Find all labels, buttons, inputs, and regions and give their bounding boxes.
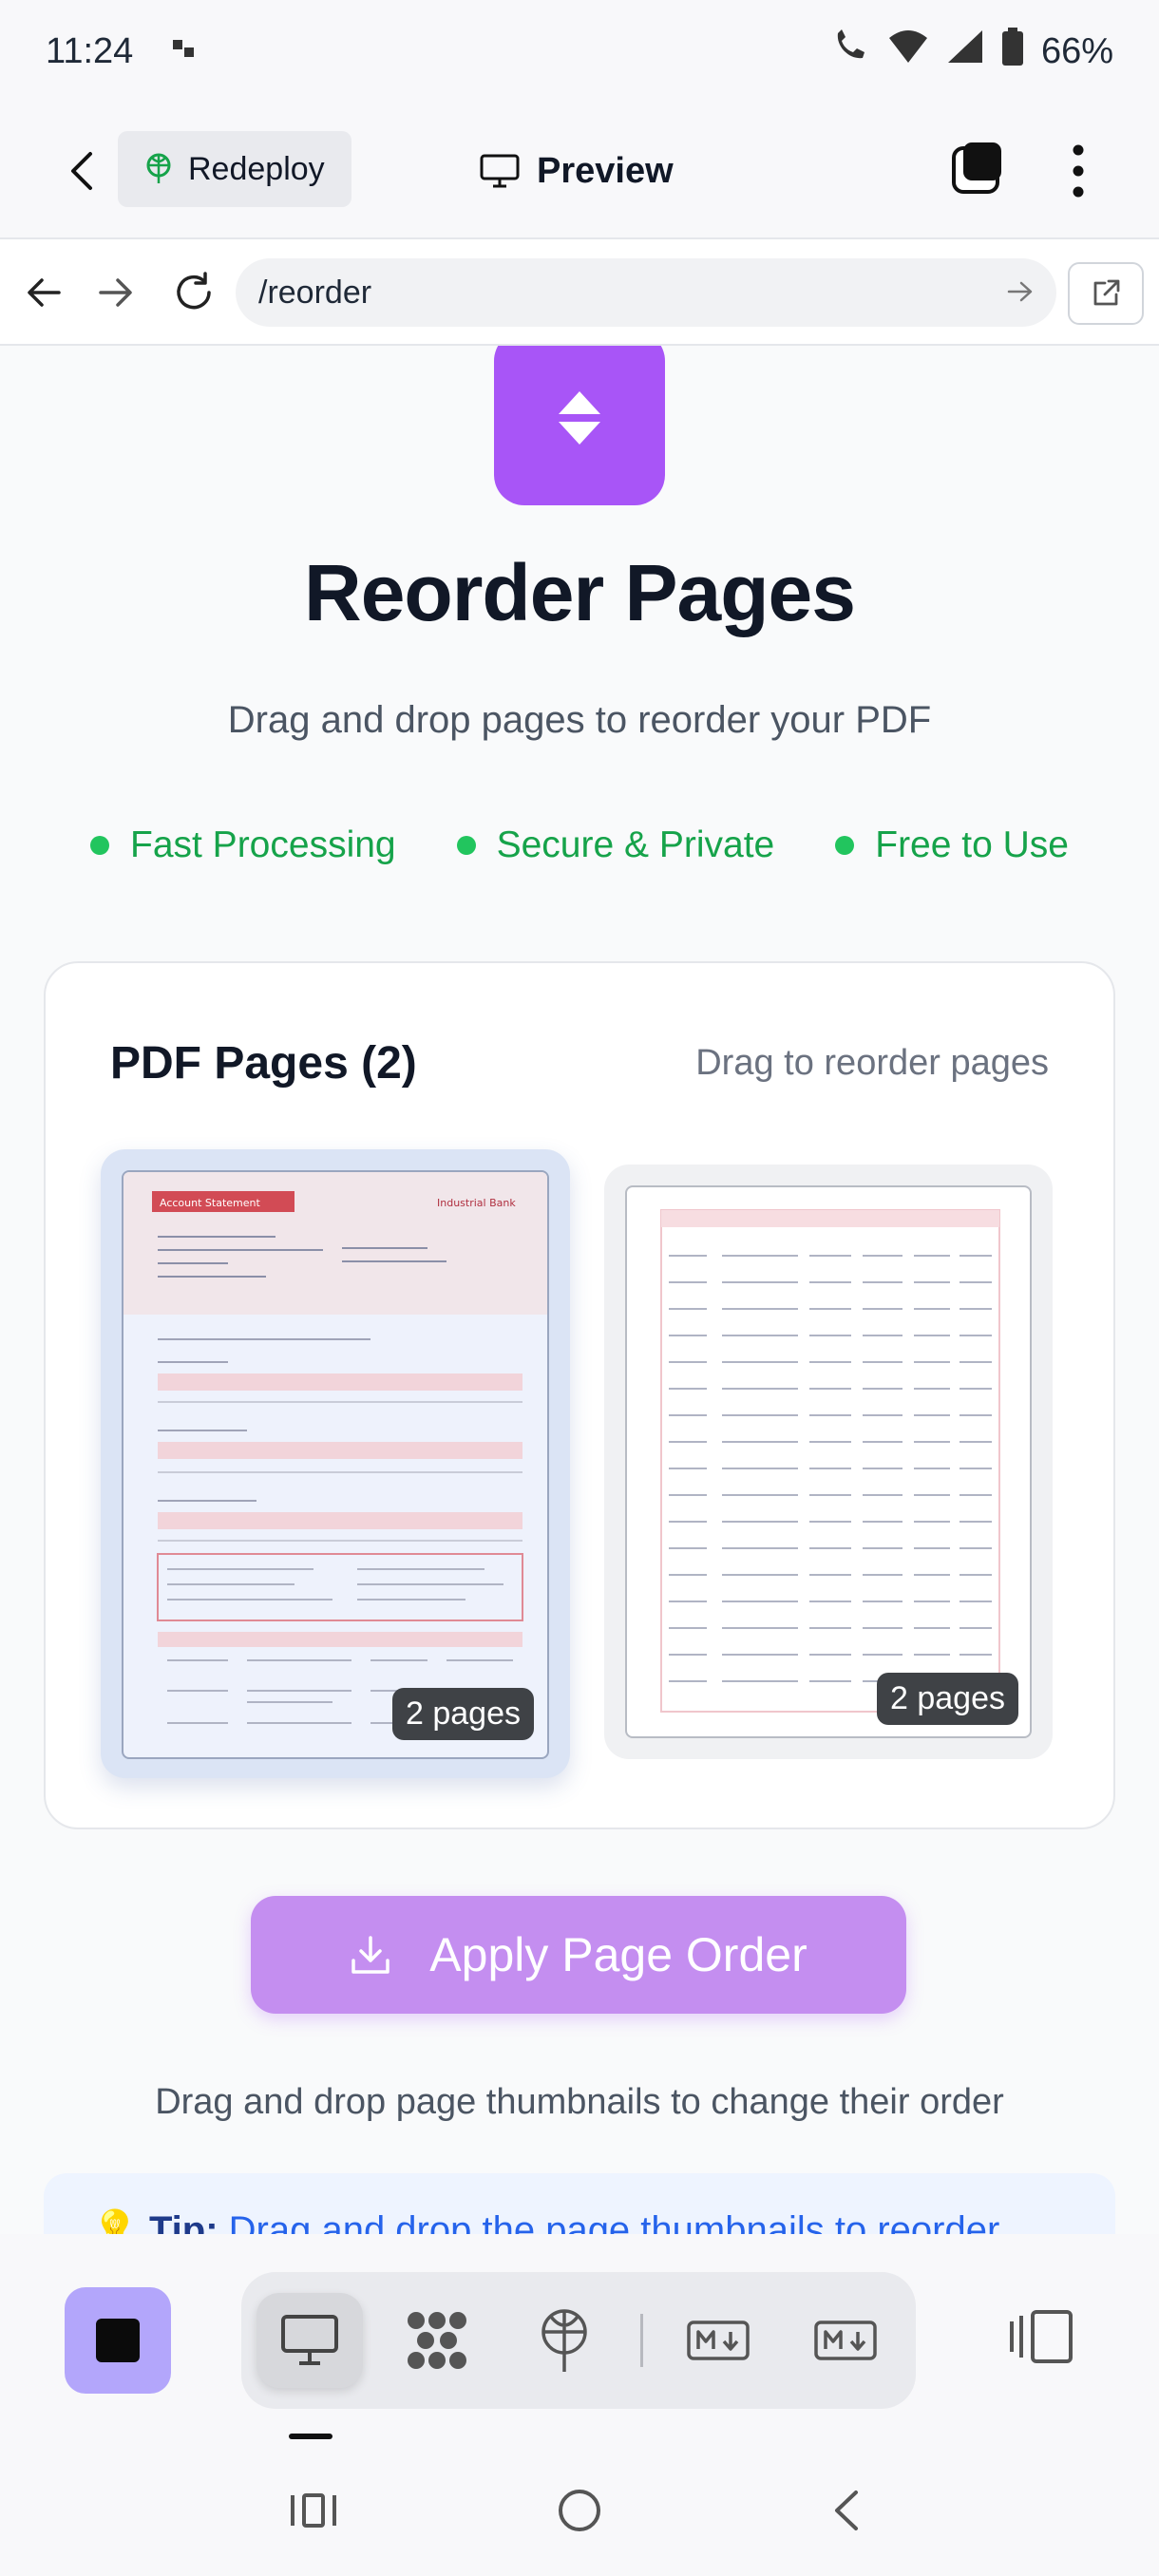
tool-preview[interactable]	[256, 2293, 363, 2388]
bottom-toolbar	[0, 2234, 1159, 2443]
more-menu-button[interactable]	[1054, 141, 1102, 201]
feature-item: Fast Processing	[90, 824, 396, 866]
doc-header: Account Statement	[160, 1197, 260, 1209]
lightbulb-icon: 💡	[91, 2209, 139, 2234]
markdown-icon	[814, 2320, 877, 2360]
tip-box: 💡 Tip: Drag and drop the page thumbnails…	[44, 2173, 1115, 2234]
reload-button[interactable]	[167, 266, 220, 319]
dot-icon	[90, 836, 109, 855]
url-path: /reorder	[258, 274, 372, 311]
monitor-icon	[281, 2315, 338, 2365]
tip-text: Drag and drop the page thumbnails to reo…	[228, 2209, 1000, 2234]
more-vert-icon	[1073, 144, 1084, 198]
go-arrow-icon[interactable]	[1007, 275, 1034, 312]
preview-label: Preview	[537, 150, 674, 191]
status-time: 11:24	[46, 30, 134, 71]
monitor-icon	[480, 154, 520, 188]
statement-preview-graphic: Account Statement Industrial Bank	[124, 1172, 547, 1724]
split-view-button[interactable]	[1003, 2289, 1079, 2384]
feature-label: Free to Use	[875, 824, 1069, 865]
apply-note: Drag and drop page thumbnails to change …	[155, 2082, 1004, 2122]
feature-list: Fast Processing Secure & Private Free to…	[0, 824, 1159, 866]
open-external-button[interactable]	[1068, 262, 1144, 325]
redeploy-label: Redeploy	[188, 150, 325, 187]
stop-button[interactable]	[65, 2287, 171, 2394]
card-hint: Drag to reorder pages	[695, 1043, 1049, 1083]
tip-label: Tip:	[148, 2209, 218, 2234]
url-bar: /reorder	[0, 239, 1159, 346]
apply-label: Apply Page Order	[429, 1928, 808, 1981]
home-icon	[559, 2490, 600, 2531]
page-thumbnail-2[interactable]: 2 pages	[604, 1165, 1053, 1759]
url-input[interactable]: /reorder	[236, 258, 1056, 327]
tool-group	[241, 2272, 916, 2409]
page-count-badge: 2 pages	[877, 1673, 1018, 1725]
external-link-icon	[1093, 279, 1120, 306]
dot-icon	[456, 836, 476, 855]
active-tool-indicator	[289, 2434, 332, 2439]
tool-network[interactable]	[384, 2293, 490, 2388]
redeploy-button[interactable]: Redeploy	[118, 131, 352, 207]
tool-separator	[640, 2314, 643, 2367]
page-thumbnail-1[interactable]: Account Statement Industrial Bank 2 page…	[101, 1149, 570, 1778]
status-bar: 11:24 66%	[0, 0, 1159, 103]
page-content: Reorder Pages Drag and drop pages to reo…	[0, 346, 1159, 2234]
chevron-left-icon	[71, 152, 92, 190]
dot-icon	[835, 836, 855, 855]
layers-icon	[952, 142, 1001, 194]
reorder-tool-icon	[494, 346, 665, 505]
page-title: Reorder Pages	[304, 548, 856, 637]
deploy-icon	[542, 2309, 587, 2372]
arrow-right-icon	[99, 278, 132, 307]
network-icon	[408, 2312, 466, 2369]
sort-arrows-icon	[559, 391, 600, 445]
layers-button[interactable]	[948, 139, 1005, 199]
wifi-icon	[887, 28, 929, 74]
arrow-left-icon	[28, 278, 61, 307]
wifi-call-icon	[830, 28, 870, 75]
signal-icon	[946, 28, 984, 74]
feature-item: Secure & Private	[456, 824, 775, 866]
preview-tab[interactable]: Preview	[480, 142, 674, 199]
markdown-icon	[687, 2320, 750, 2360]
recents-icon	[291, 2493, 336, 2528]
system-back-button[interactable]	[808, 2477, 884, 2544]
reload-icon	[177, 272, 211, 310]
home-button[interactable]	[542, 2477, 618, 2544]
system-navigation	[0, 2443, 1159, 2576]
page-count-badge: 2 pages	[392, 1688, 534, 1740]
app-bar: Redeploy Preview	[0, 103, 1159, 239]
back-button[interactable]	[53, 142, 110, 199]
tool-markdown-2[interactable]	[792, 2293, 899, 2388]
feature-label: Secure & Private	[496, 824, 775, 865]
download-icon	[352, 1936, 390, 1974]
battery-level: 66%	[1040, 30, 1113, 71]
recents-button[interactable]	[276, 2477, 352, 2544]
battery-icon	[1001, 28, 1024, 75]
chevron-left-icon	[835, 2491, 858, 2530]
feature-label: Fast Processing	[130, 824, 396, 865]
tool-markdown-1[interactable]	[665, 2293, 771, 2388]
browser-forward-button[interactable]	[89, 266, 142, 319]
stop-icon	[96, 2319, 140, 2362]
split-view-icon	[1010, 2310, 1073, 2363]
browser-back-button[interactable]	[17, 266, 70, 319]
page-subtitle: Drag and drop pages to reorder your PDF	[227, 699, 932, 741]
page-preview	[625, 1185, 1032, 1738]
bank-name: Industrial Bank	[437, 1197, 516, 1209]
tool-deploy[interactable]	[511, 2293, 618, 2388]
page-preview: Account Statement Industrial Bank	[122, 1170, 549, 1759]
card-title: PDF Pages (2)	[110, 1038, 417, 1089]
notification-icon	[171, 31, 196, 72]
transactions-preview-graphic	[660, 1209, 1000, 1713]
apply-page-order-button[interactable]: Apply Page Order	[251, 1896, 906, 2014]
pdf-pages-card: PDF Pages (2) Drag to reorder pages Acco…	[44, 961, 1115, 1829]
deploy-icon	[146, 153, 171, 183]
feature-item: Free to Use	[835, 824, 1069, 866]
